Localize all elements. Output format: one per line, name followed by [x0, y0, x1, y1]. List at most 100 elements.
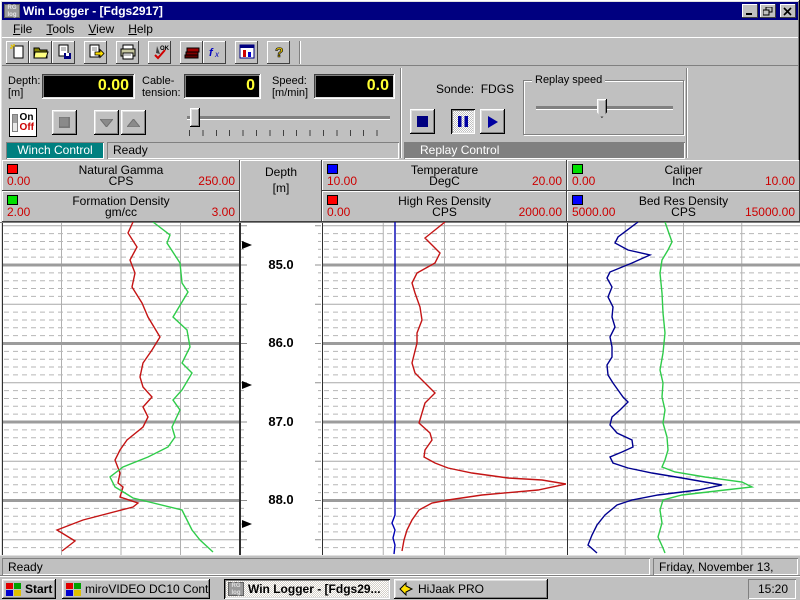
replay-pause-button[interactable] — [451, 109, 475, 134]
replay-speed-label: Replay speed — [532, 74, 605, 86]
curve-header-high-res-density: High Res Density0.00CPS2000.00 — [322, 191, 567, 222]
curve-max: 15000.00 — [745, 205, 795, 219]
winch-speed-slider[interactable] — [187, 108, 390, 138]
svg-text:f: f — [209, 47, 214, 59]
window-title: Win Logger - [Fdgs2917] — [23, 4, 742, 18]
replay-slider-thumb[interactable] — [597, 99, 607, 118]
play-icon — [488, 116, 498, 128]
curve-max: 10.00 — [765, 174, 795, 188]
windows-logo-icon — [66, 583, 81, 596]
pause-icon — [458, 116, 468, 127]
curve-header-natural-gamma: Natural Gamma0.00CPS250.00 — [2, 160, 240, 191]
taskbar-button-label: Win Logger - [Fdgs29... — [248, 582, 381, 596]
curve-header-formation-density: Formation Density2.00gm/cc3.00 — [2, 191, 240, 222]
catalog-icon — [183, 43, 201, 61]
stop-icon — [417, 116, 428, 127]
speed-label: Speed:[m/min] — [272, 75, 308, 99]
speed-readout: 0.0 — [314, 74, 395, 99]
replay-control-banner: Replay Control — [404, 142, 685, 159]
replay-stop-button[interactable] — [410, 109, 435, 134]
arrow-down-icon — [100, 119, 113, 127]
panel-divider — [686, 68, 688, 158]
save-as-icon — [55, 43, 73, 61]
hijaak-icon — [398, 582, 414, 596]
replay-speed-group: Replay speed — [523, 80, 684, 135]
curve-unit: gm/cc — [2, 205, 240, 219]
track-headers: Natural Gamma0.00CPS250.00Formation Dens… — [0, 160, 800, 222]
menu-view[interactable]: View — [81, 20, 121, 38]
curve-max: 250.00 — [198, 174, 235, 188]
depth-label: 85.0 — [268, 257, 293, 272]
slider-ticks — [189, 130, 388, 136]
help-icon: ? — [270, 43, 288, 61]
start-button[interactable]: Start — [2, 579, 56, 599]
menu-bar: FileToolsViewHelp — [2, 20, 798, 38]
menu-tools[interactable]: Tools — [39, 20, 81, 38]
taskbar-clock: 15:20 — [748, 579, 796, 599]
print-button[interactable] — [116, 41, 139, 64]
export-button[interactable] — [84, 41, 107, 64]
open-button[interactable] — [29, 41, 52, 64]
title-bar: RGlog Win Logger - [Fdgs2917] — [2, 2, 798, 20]
close-button[interactable] — [780, 4, 796, 18]
app-icon: RGlog — [4, 4, 20, 18]
curve-unit: DegC — [322, 174, 567, 188]
open-icon — [32, 43, 50, 61]
toolbar: OK fx? — [2, 39, 798, 66]
depth-unit: [m] — [240, 181, 322, 195]
status-bar: Ready Friday, November 13, 1998 — [0, 555, 800, 576]
log-plot: 85.086.087.088.0 — [0, 222, 800, 555]
toolbar-separator — [299, 41, 301, 64]
taskbar-button-label: miroVIDEO DC10 Control — [85, 582, 210, 596]
help-button[interactable]: ? — [267, 41, 290, 64]
depth-title: Depth — [240, 165, 322, 179]
function-button[interactable]: fx — [203, 41, 226, 64]
new-icon — [9, 43, 27, 61]
depth-label: 88.0 — [268, 492, 293, 507]
status-date: Friday, November 13, 1998 — [653, 558, 798, 575]
winch-down-button[interactable] — [94, 110, 119, 135]
replay-play-button[interactable] — [480, 109, 505, 134]
winch-up-button[interactable] — [121, 110, 146, 135]
stop-icon — [59, 117, 70, 128]
menu-help[interactable]: Help — [121, 20, 160, 38]
minimize-button[interactable] — [742, 4, 758, 18]
taskbar-button-hijaak-pro[interactable]: HiJaak PRO — [394, 579, 548, 599]
sonde-value: FDGS — [481, 82, 514, 96]
curve-max: 2000.00 — [519, 205, 562, 219]
winch-slider-thumb[interactable] — [190, 108, 200, 127]
menu-file[interactable]: File — [6, 20, 39, 38]
restore-button[interactable] — [760, 4, 776, 18]
log-plot-area: 85.086.087.088.0 — [0, 222, 800, 555]
arrow-up-icon — [127, 119, 140, 127]
depth-readout: 0.00 — [42, 74, 135, 99]
winch-on-off-toggle[interactable]: On Off — [9, 108, 37, 137]
status-message: Ready — [2, 558, 650, 575]
chart-window-button[interactable] — [235, 41, 258, 64]
taskbar-button-mirovideo-dc10-control[interactable]: miroVIDEO DC10 Control — [62, 579, 210, 599]
sonde-label: Sonde: FDGS — [436, 83, 514, 95]
depth-column-header: Depth [m] — [240, 160, 322, 222]
curve-max: 3.00 — [212, 205, 235, 219]
save-as-button[interactable] — [52, 41, 75, 64]
chart-window-icon — [238, 43, 256, 61]
taskbar: Start 15:20 miroVIDEO DC10 Control RGlogW… — [0, 576, 800, 600]
winch-stop-button[interactable] — [52, 110, 77, 135]
verify-ok-icon: OK — [151, 43, 169, 61]
new-button[interactable] — [6, 41, 29, 64]
function-icon: fx — [206, 43, 224, 61]
svg-text:OK: OK — [160, 46, 169, 52]
curve-header-temperature: Temperature10.00DegC20.00 — [322, 160, 567, 191]
taskbar-button-win-logger-fdgs29[interactable]: RGlogWin Logger - [Fdgs29... — [224, 579, 390, 599]
depth-label: 86.0 — [268, 335, 293, 350]
replay-speed-slider[interactable] — [536, 99, 673, 123]
winch-control-banner: Winch Control — [6, 142, 104, 159]
cable-tension-readout: 0 — [184, 74, 261, 99]
svg-text:?: ? — [275, 44, 284, 60]
catalog-button[interactable] — [180, 41, 203, 64]
verify-ok-button[interactable]: OK — [148, 41, 171, 64]
cable-tension-label: Cable-tension: — [142, 75, 181, 99]
depth-label: Depth:[m] — [8, 75, 40, 99]
print-icon — [119, 43, 137, 61]
export-icon — [87, 43, 105, 61]
